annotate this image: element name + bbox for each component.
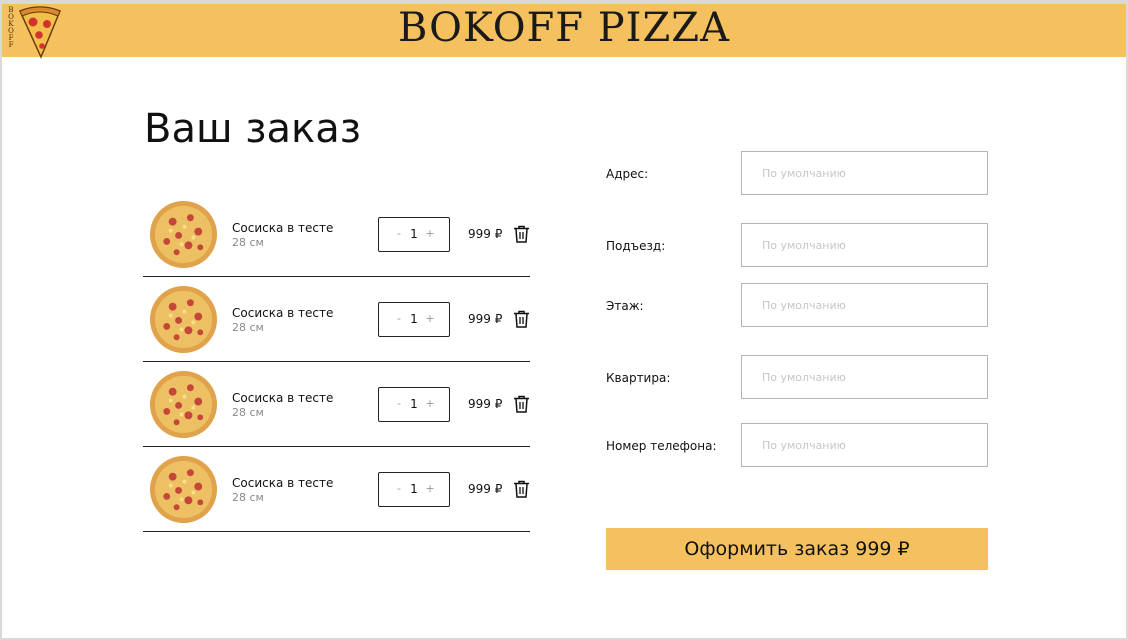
item-size: 28 см [232,406,264,419]
entrance-label: Подъезд: [606,239,666,253]
cart-item: Сосиска в тесте 28 см - 1 + 999 ₽ [143,447,530,532]
address-input[interactable] [741,151,988,195]
page-title: Ваш заказ [144,106,361,152]
item-name: Сосиска в тесте [232,221,334,235]
cart-list: Сосиска в тесте 28 см - 1 + 999 ₽ Сосиск… [143,192,530,532]
quantity-stepper: - 1 + [378,472,450,507]
floor-label: Этаж: [606,299,644,313]
item-size: 28 см [232,321,264,334]
apartment-label: Квартира: [606,371,671,385]
phone-label: Номер телефона: [606,439,717,453]
quantity-value: 1 [410,312,418,326]
decrease-button[interactable]: - [392,227,406,240]
quantity-stepper: - 1 + [378,217,450,252]
item-price: 999 ₽ [468,482,503,496]
item-size: 28 см [232,236,264,249]
checkout-button[interactable]: Оформить заказ 999 ₽ [606,528,988,570]
increase-button[interactable]: + [423,227,437,240]
pizza-image [149,370,218,439]
floor-input[interactable] [741,283,988,327]
trash-icon[interactable] [513,225,530,243]
quantity-value: 1 [410,397,418,411]
item-price: 999 ₽ [468,312,503,326]
cart-item: Сосиска в тесте 28 см - 1 + 999 ₽ [143,192,530,277]
trash-icon[interactable] [513,480,530,498]
pizza-image [149,200,218,269]
apartment-input[interactable] [741,355,988,399]
decrease-button[interactable]: - [392,312,406,325]
quantity-stepper: - 1 + [378,302,450,337]
trash-icon[interactable] [513,395,530,413]
quantity-value: 1 [410,482,418,496]
quantity-stepper: - 1 + [378,387,450,422]
address-label: Адрес: [606,167,649,181]
item-name: Сосиска в тесте [232,476,334,490]
increase-button[interactable]: + [423,482,437,495]
cart-item: Сосиска в тесте 28 см - 1 + 999 ₽ [143,277,530,362]
cart-item: Сосиска в тесте 28 см - 1 + 999 ₽ [143,362,530,447]
item-size: 28 см [232,491,264,504]
decrease-button[interactable]: - [392,397,406,410]
pizza-image [149,455,218,524]
increase-button[interactable]: + [423,397,437,410]
pizza-image [149,285,218,354]
brand-title: BOKOFF PIZZA [398,5,730,51]
item-name: Сосиска в тесте [232,306,334,320]
item-name: Сосиска в тесте [232,391,334,405]
decrease-button[interactable]: - [392,482,406,495]
item-price: 999 ₽ [468,227,503,241]
phone-input[interactable] [741,423,988,467]
increase-button[interactable]: + [423,312,437,325]
entrance-input[interactable] [741,223,988,267]
quantity-value: 1 [410,227,418,241]
item-price: 999 ₽ [468,397,503,411]
trash-icon[interactable] [513,310,530,328]
